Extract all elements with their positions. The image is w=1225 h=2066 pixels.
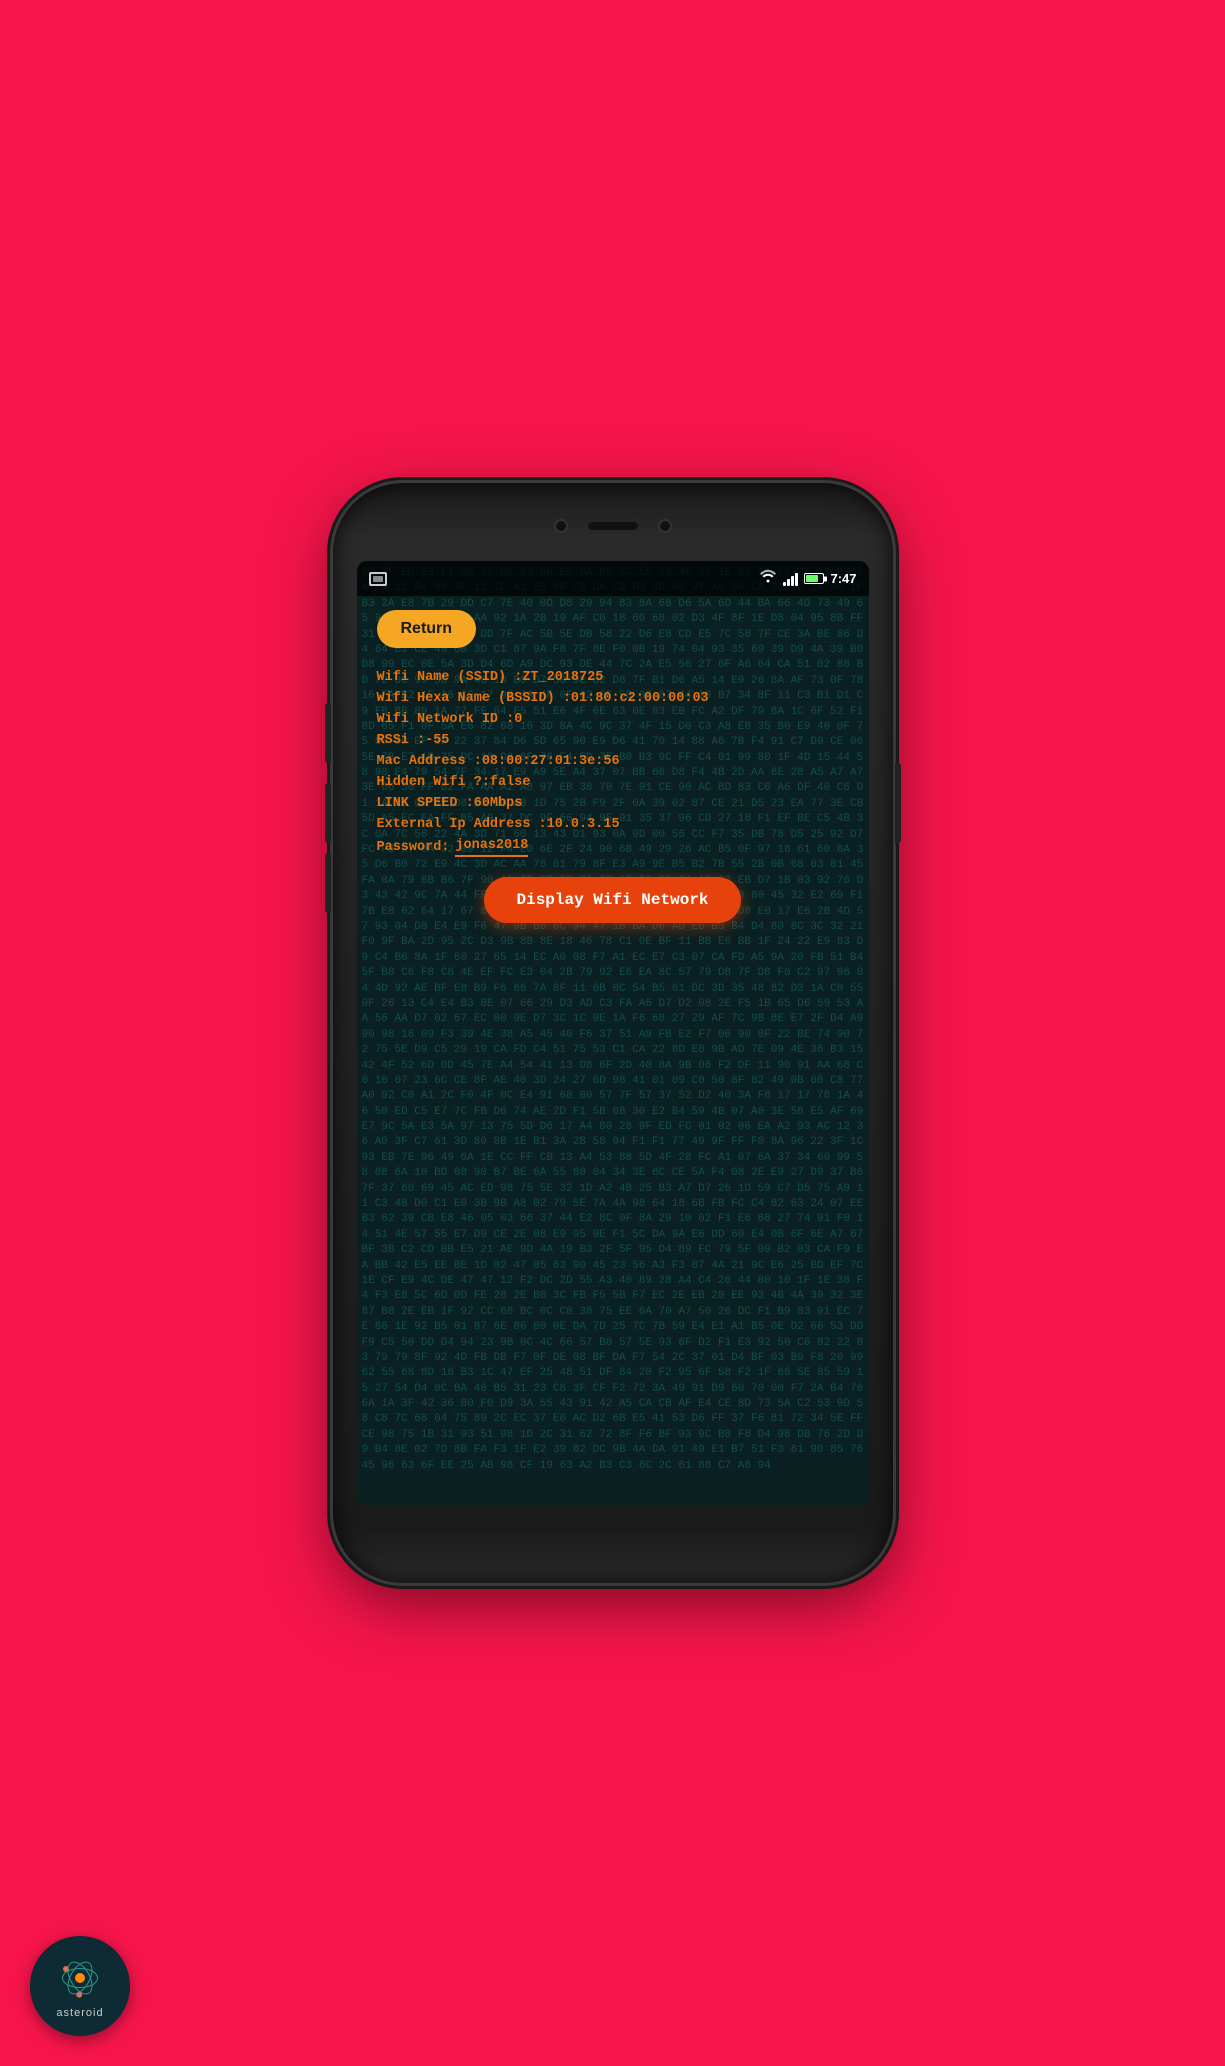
wifi-rssi: RSSi :-55 — [377, 733, 849, 748]
proximity-sensor — [658, 519, 672, 533]
status-bar: 7:47 — [357, 561, 869, 596]
wifi-network-id: Wifi Network ID :0 — [377, 712, 849, 727]
atom-nucleus — [75, 1973, 85, 1983]
wifi-password-row: Password: jonas2018 — [377, 838, 849, 857]
asteroid-logo: asteroid — [30, 1936, 130, 2036]
earpiece-speaker — [588, 522, 638, 530]
asteroid-label: asteroid — [56, 2007, 103, 2019]
wifi-hidden: Hidden Wifi ?:false — [377, 775, 849, 790]
wifi-external-ip: External Ip Address :10.0.3.15 — [377, 817, 849, 832]
signal-icon — [783, 572, 798, 586]
front-camera — [554, 519, 568, 533]
password-value: jonas2018 — [455, 838, 528, 857]
phone-top-bar — [513, 501, 713, 551]
wifi-bssid: Wifi Hexa Name (BSSID) :01:80:c2:00:00:0… — [377, 691, 849, 706]
wifi-ssid: Wifi Name (SSID) :ZT_2018725 — [377, 670, 849, 685]
wifi-link-speed: LINK SPEED :60Mbps — [377, 796, 849, 811]
display-wifi-button[interactable]: Display Wifi Network — [484, 877, 740, 923]
return-button[interactable]: Return — [377, 610, 477, 648]
status-time: 7:47 — [830, 571, 856, 586]
app-content: Return Wifi Name (SSID) :ZT_2018725 Wifi… — [357, 596, 869, 937]
phone-device: 2C FF ED E3 F1 B6 68 B5 83 66 E0 8A B0 8… — [333, 483, 893, 1583]
display-btn-wrapper: Display Wifi Network — [377, 877, 849, 923]
status-left — [369, 572, 387, 586]
status-right: 7:47 — [759, 569, 856, 588]
notification-icon — [369, 572, 387, 586]
wifi-mac: Mac Address :08:00:27:01:3e:56 — [377, 754, 849, 769]
wifi-icon — [759, 569, 777, 588]
password-label: Password: — [377, 840, 450, 855]
wifi-info-panel: Wifi Name (SSID) :ZT_2018725 Wifi Hexa N… — [377, 670, 849, 857]
phone-screen: 2C FF ED E3 F1 B6 68 B5 83 66 E0 8A B0 8… — [357, 561, 869, 1505]
atom-icon — [55, 1953, 105, 2003]
battery-icon — [804, 573, 824, 584]
